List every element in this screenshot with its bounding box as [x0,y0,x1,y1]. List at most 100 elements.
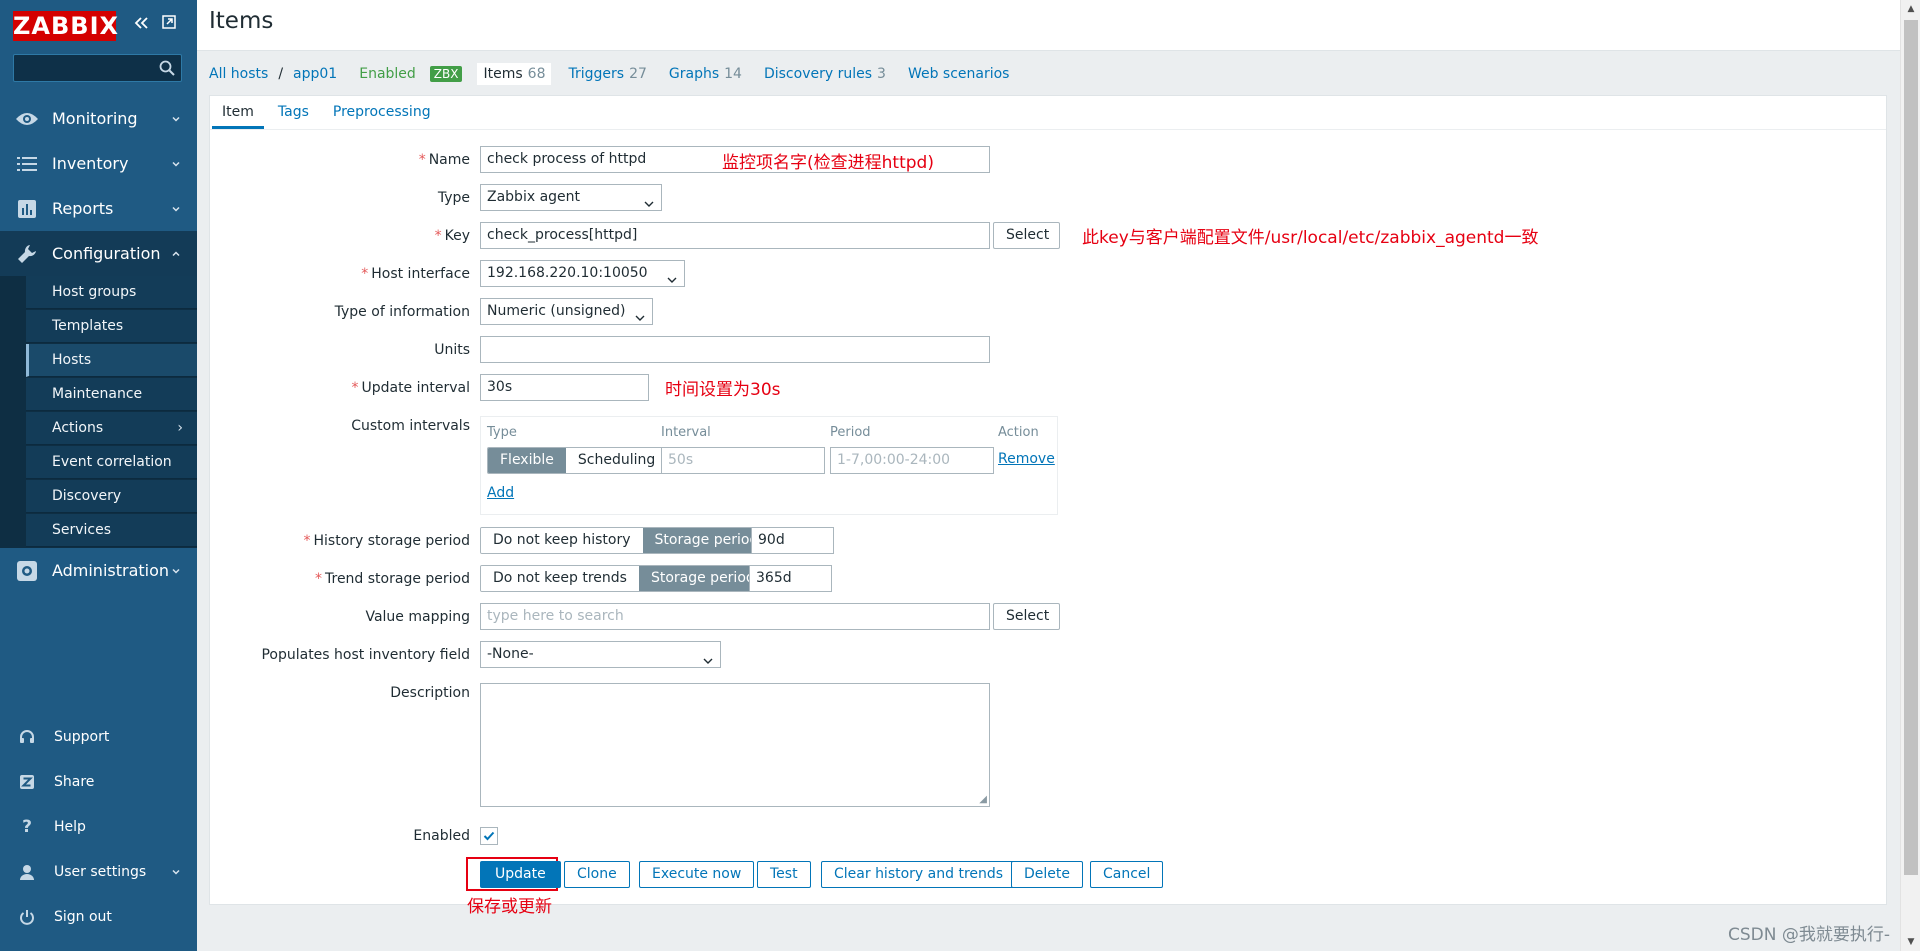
ci-flexible-option[interactable]: Flexible [488,448,566,473]
tab-preprocessing[interactable]: Preprocessing [323,96,441,129]
type-select[interactable]: Zabbix agent [480,184,662,211]
trend-storage-period-option[interactable]: Storage period [638,566,767,591]
history-storage-field[interactable]: 90d [751,527,834,554]
sidebar-item-services[interactable]: Services [26,514,197,547]
tab-label: Triggers [568,66,625,82]
page-scrollbar[interactable]: ▲ ▼ [1900,0,1920,951]
sidebar-item-maintenance[interactable]: Maintenance [26,378,197,411]
tab-triggers[interactable]: Triggers 27 [562,62,652,86]
ci-header-action: Action [998,425,1039,440]
execute-now-button[interactable]: Execute now [639,861,755,888]
enabled-checkbox[interactable] [480,827,498,845]
sidebar-item-actions[interactable]: Actions › [26,412,197,445]
units-field[interactable] [480,336,990,363]
resize-handle-icon[interactable]: ◢ [979,794,987,805]
scrollbar-thumb[interactable] [1904,20,1918,875]
type-of-information-label: Type of information [334,304,470,320]
sidebar-item-discovery[interactable]: Discovery [26,480,197,513]
trend-storage-label: * Trend storage period [315,571,470,587]
ci-period-field[interactable]: 1-7,00:00-24:00 [830,447,994,474]
key-label: * Key [434,228,470,244]
breadcrumb: All hosts / app01 Enabled ZBX Items 68 Tr… [209,62,1025,86]
menu-label: Sign out [54,908,112,925]
chevron-down-icon [169,865,183,879]
key-field[interactable]: check_process[httpd] [480,222,990,249]
update-interval-field[interactable]: 30s [480,374,649,401]
history-do-not-keep-option[interactable]: Do not keep history [481,528,643,553]
breadcrumb-host[interactable]: app01 [293,66,337,82]
tab-tags[interactable]: Tags [268,96,319,129]
host-status[interactable]: Enabled [359,66,416,82]
menu-user-settings[interactable]: User settings [0,849,197,894]
menu-label: Administration [51,561,170,580]
menu-label: Inventory [52,154,129,173]
name-label: * Name [418,152,470,168]
trend-storage-field[interactable]: 365d [749,565,832,592]
sidebar-item-hosts[interactable]: Hosts [26,344,197,377]
chevron-down-icon [169,202,183,216]
clear-history-button[interactable]: Clear history and trends [821,861,1017,888]
menu-help[interactable]: ? Help [0,804,197,849]
inventory-field-label: Populates host inventory field [261,647,470,663]
update-button[interactable]: Update [480,861,561,888]
kiosk-mode-icon[interactable] [158,14,180,36]
menu-share[interactable]: Share [0,759,197,804]
tab-items[interactable]: Items 68 [476,62,553,86]
host-interface-select[interactable]: 192.168.220.10:10050 [480,260,685,287]
tab-count: 27 [629,66,647,82]
zbx-badge: ZBX [429,66,463,82]
value-mapping-select-button[interactable]: Select [993,603,1060,630]
tab-item[interactable]: Item [212,96,264,129]
menu-administration[interactable]: Administration [0,548,197,593]
tab-discovery-rules[interactable]: Discovery rules 3 [758,62,892,86]
breadcrumb-all-hosts[interactable]: All hosts [209,66,268,82]
page-title: Items [209,8,274,34]
zabbix-logo[interactable]: ZABBIX [13,11,118,41]
test-button[interactable]: Test [757,861,811,888]
clone-button[interactable]: Clone [564,861,630,888]
inventory-field-select[interactable]: -None- [480,641,721,668]
sidebar-item-templates[interactable]: Templates [26,310,197,343]
ci-scheduling-option[interactable]: Scheduling [565,448,668,473]
menu-configuration[interactable]: Configuration [0,231,197,276]
chevron-down-icon [169,564,183,578]
delete-button[interactable]: Delete [1011,861,1083,888]
sidebar-search-input[interactable] [13,54,182,82]
tab-web-scenarios[interactable]: Web scenarios [902,62,1016,86]
units-label: Units [434,342,470,358]
update-interval-label: * Update interval [351,380,470,396]
search-icon[interactable] [158,59,176,77]
menu-inventory[interactable]: Inventory [0,141,197,186]
scroll-down-arrow-icon[interactable]: ▼ [1901,933,1920,951]
ci-remove-link[interactable]: Remove [998,451,1055,467]
menu-label: Configuration [52,244,161,263]
tab-graphs[interactable]: Graphs 14 [663,62,748,86]
chevron-right-icon: › [177,420,183,436]
header-bar [197,0,1900,51]
scroll-up-arrow-icon[interactable]: ▲ [1901,0,1920,18]
configuration-submenu: Host groups Templates Hosts Maintenance … [0,276,197,548]
logo-row: ZABBIX [0,0,197,52]
ci-type-toggle: Flexible Scheduling [487,447,669,474]
menu-support[interactable]: Support [0,714,197,759]
type-of-information-select[interactable]: Numeric (unsigned) [480,298,653,325]
cancel-button[interactable]: Cancel [1090,861,1164,888]
key-select-button[interactable]: Select [993,222,1060,249]
sidebar-item-event-correlation[interactable]: Event correlation [26,446,197,479]
ci-header-type: Type [487,425,517,440]
ci-interval-field[interactable]: 50s [661,447,825,474]
value-mapping-field[interactable]: type here to search [480,603,990,630]
tab-label: Discovery rules [763,66,873,82]
ci-add-link[interactable]: Add [487,485,514,501]
menu-monitoring[interactable]: Monitoring [0,96,197,141]
menu-reports[interactable]: Reports [0,186,197,231]
sidebar-item-label: Actions [52,420,104,436]
interval-annotation: 时间设置为30s [665,380,781,400]
sidebar-item-host-groups[interactable]: Host groups [26,276,197,309]
menu-sign-out[interactable]: Sign out [0,894,197,939]
tab-label: Web scenarios [907,66,1010,82]
trend-do-not-keep-option[interactable]: Do not keep trends [481,566,639,591]
description-textarea[interactable]: ◢ [480,683,990,807]
gear-icon [14,558,40,584]
collapse-sidebar-icon[interactable] [130,14,152,36]
